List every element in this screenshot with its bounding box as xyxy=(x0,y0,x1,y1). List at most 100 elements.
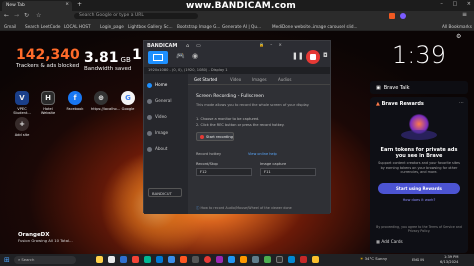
taskbar-app-icon[interactable] xyxy=(120,256,127,263)
taskbar-app-icon[interactable] xyxy=(288,256,295,263)
device-mode-icon[interactable]: ◉ xyxy=(192,52,198,60)
all-bookmarks[interactable]: All Bookmarks xyxy=(442,24,472,29)
address-bar[interactable]: Search Google or type a URL xyxy=(74,13,198,19)
tab-audios[interactable]: Audios xyxy=(278,77,291,82)
brave-talk-widget[interactable]: ▣ Brave Talk xyxy=(370,81,468,94)
sun-icon: ☀ xyxy=(360,256,364,261)
minimize-icon[interactable]: – xyxy=(440,1,443,7)
taskbar-app-icon[interactable] xyxy=(132,256,139,263)
taskbar-app-icon[interactable] xyxy=(240,256,247,263)
add-site-tile[interactable]: + Add site xyxy=(12,117,32,137)
edge-icon[interactable] xyxy=(156,256,163,263)
bandicut-button[interactable]: BANDICUT xyxy=(148,188,182,197)
taskbar-app-icon[interactable] xyxy=(108,256,115,263)
video-icon xyxy=(147,114,152,120)
nav-label: Image xyxy=(155,130,169,135)
tab-close-icon[interactable]: × xyxy=(65,2,69,7)
rec-stop-field[interactable]: F12 xyxy=(196,168,252,176)
nav-item-general[interactable]: General xyxy=(147,98,172,104)
bookmark-item[interactable]: Search LeetCode xyxy=(25,24,61,29)
how-it-works-link[interactable]: How does it work? xyxy=(370,198,468,202)
menu-icon[interactable]: ≡ xyxy=(462,11,467,18)
shortcut-tile[interactable]: ⊕ https://localho... xyxy=(91,91,120,111)
footer-text[interactable]: How to record Audio/Mouse/Wheel of the v… xyxy=(200,206,291,210)
window-controls: 🔒 – × xyxy=(259,42,282,47)
bookmark-item[interactable]: Lightbox Gallery Sc... xyxy=(128,24,173,29)
folder-icon[interactable]: ▭ xyxy=(196,43,201,49)
start-rewards-button[interactable]: Start using Rewards xyxy=(378,183,460,194)
add-cards-label: Add Cards xyxy=(381,239,403,244)
bandicam-tabs: Get Started Video Images Audios xyxy=(188,74,330,85)
taskbar-search[interactable]: ⌕ Search xyxy=(14,256,76,264)
bookmark-item[interactable]: LOCAL HOST xyxy=(64,24,91,29)
shortcut-label: Hotel Website xyxy=(40,107,56,115)
brave-icon[interactable] xyxy=(180,256,187,263)
game-mode-icon[interactable]: 🎮 xyxy=(176,52,185,60)
back-icon[interactable]: ← xyxy=(4,12,9,19)
more-icon[interactable]: ⋯ xyxy=(459,100,464,106)
camera-icon[interactable]: ◘ xyxy=(323,52,328,59)
image-capture-field[interactable]: F11 xyxy=(260,168,316,176)
rec-stop-value: F12 xyxy=(200,170,207,174)
taskbar-app-icon[interactable] xyxy=(300,256,307,263)
screen-mode-button[interactable] xyxy=(148,51,168,64)
vscode-icon[interactable] xyxy=(168,256,175,263)
file-explorer-icon[interactable] xyxy=(96,256,103,263)
bookmark-item[interactable]: MediDone website... xyxy=(272,24,315,29)
image-icon xyxy=(147,130,152,136)
shortcut-tile[interactable]: V VPEC Student... xyxy=(12,91,32,115)
add-cards-button[interactable]: ▦ Add Cards xyxy=(376,239,403,244)
nav-item-home[interactable]: Home xyxy=(147,82,167,88)
nav-item-image[interactable]: Image xyxy=(147,130,168,136)
taskbar-app-icon[interactable] xyxy=(264,256,271,263)
tab-new-tab[interactable]: New Tab × xyxy=(2,1,72,11)
bookmark-page-icon[interactable]: ☆ xyxy=(36,12,41,19)
bookmark-item[interactable]: Bootstrap Image G... xyxy=(177,24,220,29)
tab-video[interactable]: Video xyxy=(230,77,241,82)
bookmark-item[interactable]: Generate AI | Qu... xyxy=(222,24,261,29)
shortcut-tile[interactable]: G Google xyxy=(118,91,138,111)
tab-get-started[interactable]: Get Started xyxy=(194,77,217,82)
new-tab-icon[interactable]: + xyxy=(77,1,82,8)
taskbar-app-icon[interactable] xyxy=(276,256,283,263)
image-capture-label: Image capture xyxy=(260,162,287,166)
bookmark-item[interactable]: Gmail xyxy=(4,24,16,29)
start-recording-button[interactable]: Start recording xyxy=(196,132,234,141)
close-icon[interactable]: × xyxy=(279,42,282,47)
forward-icon[interactable]: → xyxy=(14,12,19,19)
home-icon[interactable]: ⌂ xyxy=(186,43,189,49)
taskbar-app-icon[interactable] xyxy=(228,256,235,263)
bookmark-item[interactable]: Login_page xyxy=(100,24,124,29)
close-window-icon[interactable]: × xyxy=(467,1,471,7)
minimize-icon[interactable]: – xyxy=(270,42,272,47)
nav-item-video[interactable]: Video xyxy=(147,114,167,120)
bandwidth-value: 3.81 xyxy=(84,50,119,66)
help-link[interactable]: View online help xyxy=(248,152,277,156)
weather[interactable]: ☀ 34°C Sunny xyxy=(360,256,387,261)
taskbar-app-icon[interactable] xyxy=(144,256,151,263)
rewards-icon[interactable] xyxy=(400,13,406,19)
taskbar-app-icon[interactable] xyxy=(252,256,259,263)
bandicam-taskbar-icon[interactable] xyxy=(204,256,211,263)
maximize-icon[interactable]: □ xyxy=(452,1,457,7)
taskbar-clock[interactable]: 1:39 PM 6/13/2024 xyxy=(440,255,458,264)
nav-item-about[interactable]: About xyxy=(147,146,167,152)
bookmark-item[interactable]: image carousel slid... xyxy=(313,24,358,29)
rec-button[interactable] xyxy=(306,50,320,64)
section-title: Screen Recording - Fullscreen xyxy=(196,94,264,99)
taskbar-app-icon[interactable] xyxy=(192,256,199,263)
settings-icon[interactable]: ⚙ xyxy=(456,33,461,40)
reload-icon[interactable]: ↻ xyxy=(24,12,29,19)
pause-icon[interactable]: ❚❚ xyxy=(292,52,304,60)
brave-shields-icon[interactable] xyxy=(389,13,395,19)
shortcut-tile[interactable]: H Hotel Website xyxy=(38,91,58,115)
lang-indicator[interactable]: ENG IN xyxy=(412,258,424,262)
taskbar-app-icon[interactable] xyxy=(216,256,223,263)
taskbar-app-icon[interactable] xyxy=(312,256,319,263)
shortcut-tile[interactable]: f Facebook xyxy=(65,91,85,111)
tab-images[interactable]: Images xyxy=(252,77,267,82)
rewards-header: ▲ Brave Rewards xyxy=(376,101,424,107)
lock-icon[interactable]: 🔒 xyxy=(259,42,264,47)
start-icon[interactable]: ⊞ xyxy=(4,256,10,264)
bandicam-logo: BANDICAM xyxy=(147,43,178,49)
